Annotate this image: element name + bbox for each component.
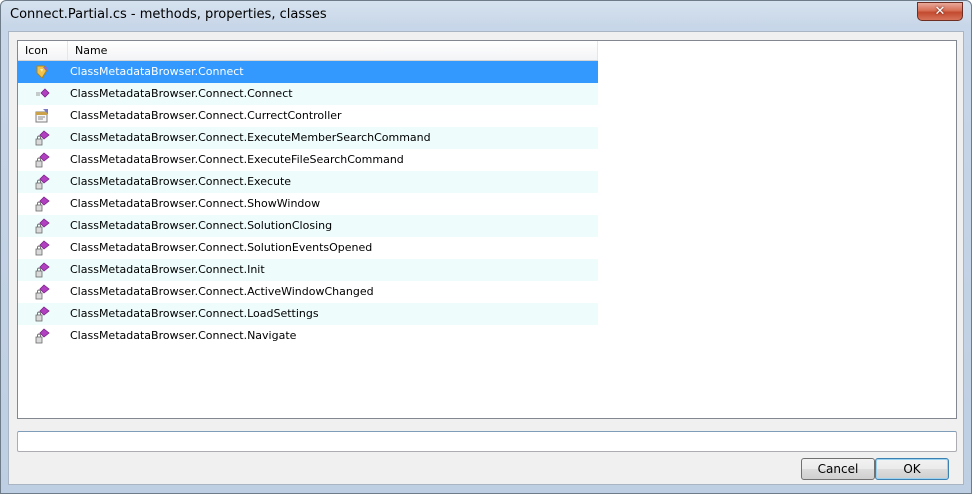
private-method-icon xyxy=(34,130,50,146)
list-item[interactable]: ClassMetadataBrowser.Connect.SolutionEve… xyxy=(18,237,598,259)
private-method-icon xyxy=(34,196,50,212)
list-item-name: ClassMetadataBrowser.Connect.ExecuteMemb… xyxy=(70,131,431,144)
dialog-window: Connect.Partial.cs - methods, properties… xyxy=(0,0,972,494)
column-header-icon[interactable]: Icon xyxy=(18,41,68,60)
list-item-name: ClassMetadataBrowser.Connect.Navigate xyxy=(70,329,297,342)
list-rows: ClassMetadataBrowser.Connect ClassMetadat… xyxy=(18,61,598,347)
list-item[interactable]: ClassMetadataBrowser.Connect.CurrectCont… xyxy=(18,105,598,127)
list-item[interactable]: ClassMetadataBrowser.Connect.ExecuteMemb… xyxy=(18,127,598,149)
list-item[interactable]: ClassMetadataBrowser.Connect.Execute xyxy=(18,171,598,193)
list-item-name: ClassMetadataBrowser.Connect.ShowWindow xyxy=(70,197,321,210)
private-method-icon xyxy=(34,262,50,278)
column-header-name[interactable]: Name xyxy=(68,41,598,60)
private-method-icon xyxy=(34,218,50,234)
list-header: Icon Name xyxy=(18,41,598,61)
private-method-icon xyxy=(34,152,50,168)
list-item-name: ClassMetadataBrowser.Connect.SolutionEve… xyxy=(70,241,373,254)
list-item[interactable]: ClassMetadataBrowser.Connect xyxy=(18,61,598,83)
list-item-name: ClassMetadataBrowser.Connect.LoadSetting… xyxy=(70,307,319,320)
close-icon: ✕ xyxy=(934,4,946,19)
filter-input[interactable] xyxy=(17,431,957,452)
property-icon xyxy=(34,108,50,124)
list-item[interactable]: ClassMetadataBrowser.Connect.Connect xyxy=(18,83,598,105)
list-item-name: ClassMetadataBrowser.Connect.ActiveWindo… xyxy=(70,285,374,298)
list-item-name: ClassMetadataBrowser.Connect.Execute xyxy=(70,175,292,188)
cancel-button[interactable]: Cancel xyxy=(801,458,875,480)
list-item[interactable]: ClassMetadataBrowser.Connect.LoadSetting… xyxy=(18,303,598,325)
list-item-name: ClassMetadataBrowser.Connect.SolutionClo… xyxy=(70,219,333,232)
close-button[interactable]: ✕ xyxy=(917,2,963,21)
private-method-icon xyxy=(34,174,50,190)
list-item[interactable]: ClassMetadataBrowser.Connect.SolutionClo… xyxy=(18,215,598,237)
list-item-name: ClassMetadataBrowser.Connect.Init xyxy=(70,263,265,276)
list-item[interactable]: ClassMetadataBrowser.Connect.ActiveWindo… xyxy=(18,281,598,303)
class-icon xyxy=(34,64,50,80)
list-item-name: ClassMetadataBrowser.Connect.Connect xyxy=(70,87,293,100)
title-bar[interactable]: Connect.Partial.cs - methods, properties… xyxy=(1,1,971,31)
list-item[interactable]: ClassMetadataBrowser.Connect.ExecuteFile… xyxy=(18,149,598,171)
list-item-name: ClassMetadataBrowser.Connect xyxy=(70,65,244,78)
list-item[interactable]: ClassMetadataBrowser.Connect.Init xyxy=(18,259,598,281)
list-item-name: ClassMetadataBrowser.Connect.CurrectCont… xyxy=(70,109,342,122)
window-title: Connect.Partial.cs - methods, properties… xyxy=(10,7,327,22)
private-method-icon xyxy=(34,306,50,322)
ok-button[interactable]: OK xyxy=(875,458,949,480)
dialog-client-area: Icon Name ClassMetadataBrowser.Connect Cl… xyxy=(8,31,964,485)
constructor-icon xyxy=(34,86,50,102)
private-method-icon xyxy=(34,284,50,300)
list-item[interactable]: ClassMetadataBrowser.Connect.ShowWindow xyxy=(18,193,598,215)
list-item-name: ClassMetadataBrowser.Connect.ExecuteFile… xyxy=(70,153,404,166)
private-method-icon xyxy=(34,328,50,344)
private-method-icon xyxy=(34,240,50,256)
list-item[interactable]: ClassMetadataBrowser.Connect.Navigate xyxy=(18,325,598,347)
member-list[interactable]: Icon Name ClassMetadataBrowser.Connect Cl… xyxy=(17,40,957,419)
